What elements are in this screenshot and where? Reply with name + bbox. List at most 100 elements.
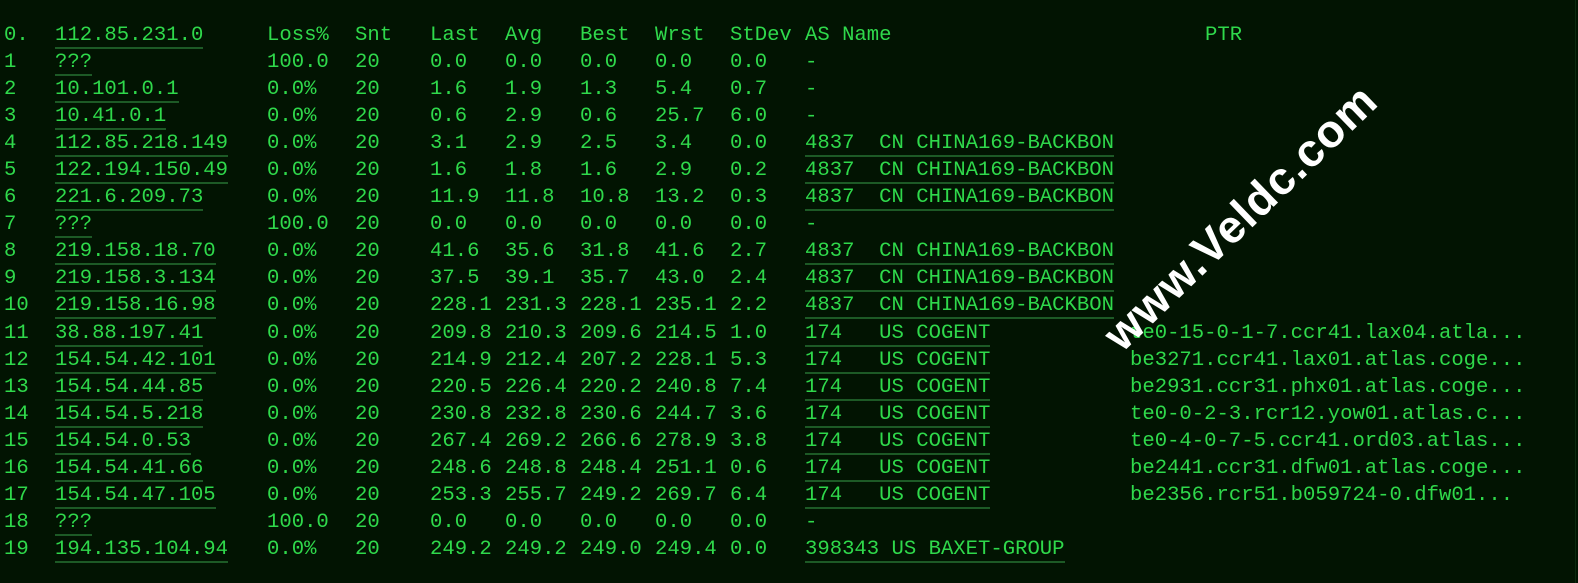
- as-text[interactable]: 174 US COGENT: [805, 403, 991, 428]
- as-cell[interactable]: 398343 US BAXET-GROUP: [805, 536, 1065, 563]
- as-text[interactable]: 174 US COGENT: [805, 484, 991, 509]
- stdev-text: 0.0: [730, 132, 768, 156]
- host-cell[interactable]: 221.6.209.73: [55, 184, 204, 212]
- last-text: 249.2: [430, 537, 492, 561]
- as-text[interactable]: 174 US COGENT: [805, 376, 991, 401]
- as-cell[interactable]: 174 US COGENT: [805, 455, 991, 482]
- wrst-cell: 5.4: [655, 76, 692, 103]
- best-text: 31.8: [580, 240, 630, 264]
- target-host-text[interactable]: 112.85.231.0: [55, 25, 204, 49]
- host-cell[interactable]: 154.54.0.53: [55, 428, 191, 455]
- host-text[interactable]: 38.88.197.41: [55, 322, 204, 347]
- best-cell: 248.4: [580, 455, 642, 482]
- as-cell[interactable]: 4837 CN CHINA169-BACKBON: [805, 238, 1114, 266]
- host-text[interactable]: 112.85.218.149: [55, 133, 229, 158]
- best-text: 0.6: [580, 105, 618, 129]
- as-text[interactable]: 4837 CN CHINA169-BACKBON: [805, 160, 1114, 185]
- host-cell[interactable]: 10.41.0.1: [55, 103, 167, 131]
- host-text[interactable]: 219.158.18.70: [55, 241, 216, 266]
- host-cell[interactable]: ???: [55, 509, 93, 536]
- host-cell[interactable]: 10.101.0.1: [55, 76, 179, 104]
- hop-cell: 11: [4, 320, 29, 347]
- host-cell[interactable]: ???: [55, 49, 93, 76]
- as-cell[interactable]: 4837 CN CHINA169-BACKBON: [805, 184, 1114, 212]
- host-cell[interactable]: 38.88.197.41: [55, 320, 204, 347]
- snt-text: 20: [355, 51, 380, 74]
- best-cell: 220.2: [580, 374, 642, 401]
- as-cell[interactable]: 4837 CN CHINA169-BACKBON: [805, 157, 1114, 185]
- as-text[interactable]: 4837 CN CHINA169-BACKBON: [805, 133, 1114, 158]
- host-text[interactable]: 194.135.104.94: [55, 538, 229, 563]
- snt-cell: 20: [355, 103, 380, 130]
- last-cell: 0.0: [430, 49, 467, 76]
- as-text[interactable]: 4837 CN CHINA169-BACKBON: [805, 241, 1114, 266]
- as-text[interactable]: 4837 CN CHINA169-BACKBON: [805, 268, 1114, 293]
- wrst-cell: 249.4: [655, 536, 717, 563]
- snt-cell: 20: [355, 130, 380, 157]
- as-text[interactable]: 174 US COGENT: [805, 322, 991, 347]
- host-cell[interactable]: 154.54.44.85: [55, 374, 204, 401]
- table-row: 13 154.54.44.85 0.0% 20 220.5 226.4 220.2 240.8…: [0, 374, 1578, 401]
- host-text[interactable]: 154.54.47.105: [55, 484, 216, 509]
- best-cell: 2.5: [580, 130, 617, 157]
- stdev-text: 6.4: [730, 483, 768, 507]
- as-text[interactable]: 398343 US BAXET-GROUP: [805, 538, 1065, 563]
- host-text[interactable]: 10.101.0.1: [55, 79, 179, 104]
- as-cell[interactable]: 4837 CN CHINA169-BACKBON: [805, 265, 1114, 293]
- host-text[interactable]: 154.54.41.66: [55, 457, 204, 482]
- host-cell[interactable]: 122.194.150.49: [55, 157, 229, 185]
- host-text[interactable]: 122.194.150.49: [55, 160, 229, 185]
- target-host-link[interactable]: 112.85.231.0: [55, 22, 204, 49]
- col-as-name: AS Name: [805, 24, 892, 47]
- host-text[interactable]: 154.54.42.101: [55, 349, 216, 374]
- as-cell[interactable]: 174 US COGENT: [805, 347, 991, 374]
- hop-text: 13: [4, 375, 29, 399]
- host-cell[interactable]: 219.158.3.134: [55, 265, 216, 293]
- as-text[interactable]: 174 US COGENT: [805, 457, 991, 482]
- as-cell[interactable]: 4837 CN CHINA169-BACKBON: [805, 292, 1114, 320]
- host-text[interactable]: 154.54.5.218: [55, 403, 204, 428]
- host-cell[interactable]: ???: [55, 211, 93, 239]
- as-text[interactable]: 4837 CN CHINA169-BACKBON: [805, 187, 1114, 212]
- loss-text: 100.0: [267, 213, 329, 237]
- as-text: -: [805, 78, 818, 102]
- as-cell[interactable]: 174 US COGENT: [805, 482, 991, 509]
- as-cell[interactable]: 174 US COGENT: [805, 428, 991, 455]
- avg-text: 210.3: [505, 321, 567, 345]
- host-cell[interactable]: 154.54.47.105: [55, 482, 216, 509]
- host-cell[interactable]: 219.158.16.98: [55, 292, 216, 320]
- best-text: 220.2: [580, 375, 642, 399]
- host-text[interactable]: 154.54.44.85: [55, 376, 204, 401]
- snt-cell: 20: [355, 320, 380, 347]
- stdev-text: 0.0: [730, 510, 768, 534]
- avg-text: 11.8: [505, 186, 555, 210]
- snt-text: 20: [355, 375, 380, 399]
- ptr-cell: te0-4-0-7-5.ccr41.ord03.atlas...: [1130, 428, 1525, 455]
- host-cell[interactable]: 154.54.5.218: [55, 401, 204, 428]
- as-cell[interactable]: 174 US COGENT: [805, 320, 991, 347]
- as-cell[interactable]: 174 US COGENT: [805, 401, 991, 428]
- host-cell[interactable]: 154.54.42.101: [55, 347, 216, 374]
- host-cell[interactable]: 154.54.41.66: [55, 455, 204, 482]
- table-row: 18??? 100.0 20 0.0 0.0 0.0 0.0 0.0 -: [0, 509, 1578, 536]
- host-text[interactable]: 221.6.209.73: [55, 187, 204, 212]
- as-cell[interactable]: 174 US COGENT: [805, 374, 991, 401]
- host-text[interactable]: 219.158.16.98: [55, 295, 216, 320]
- as-cell[interactable]: 4837 CN CHINA169-BACKBON: [805, 130, 1114, 158]
- snt-cell: 20: [355, 211, 380, 238]
- last-cell: 1.6: [430, 157, 467, 184]
- host-cell[interactable]: 194.135.104.94: [55, 536, 229, 563]
- as-text[interactable]: 174 US COGENT: [805, 430, 991, 455]
- host-text[interactable]: 10.41.0.1: [55, 106, 167, 131]
- as-text[interactable]: 174 US COGENT: [805, 349, 991, 374]
- as-text[interactable]: 4837 CN CHINA169-BACKBON: [805, 295, 1114, 320]
- host-text[interactable]: 154.54.0.53: [55, 430, 191, 455]
- host-text[interactable]: ???: [55, 52, 93, 76]
- last-cell: 209.8: [430, 320, 492, 347]
- host-cell[interactable]: 219.158.18.70: [55, 238, 216, 266]
- host-text[interactable]: ???: [55, 511, 93, 536]
- host-text[interactable]: 219.158.3.134: [55, 268, 216, 293]
- host-cell[interactable]: 112.85.218.149: [55, 130, 229, 158]
- table-row: 7??? 100.0 20 0.0 0.0 0.0 0.0 0.0 -: [0, 211, 1578, 239]
- host-text[interactable]: ???: [55, 214, 93, 239]
